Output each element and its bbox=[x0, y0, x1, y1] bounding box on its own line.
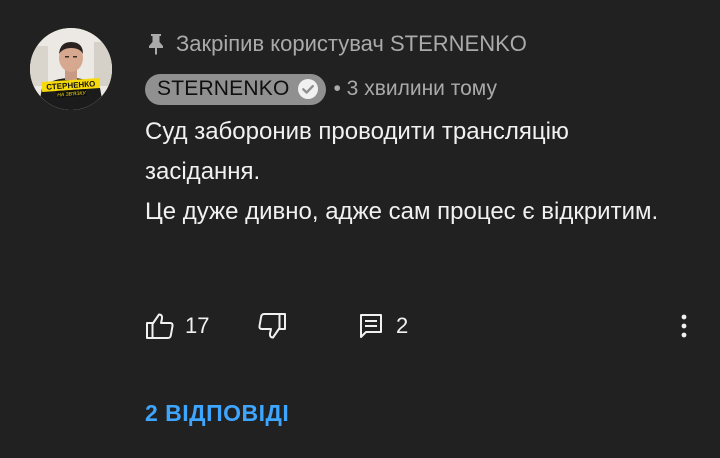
author-row: STERNENKO • 3 хвилини тому bbox=[145, 73, 497, 105]
author-name: STERNENKO bbox=[157, 77, 290, 100]
reply-count: 2 bbox=[396, 313, 409, 338]
verified-check-icon bbox=[297, 78, 319, 100]
like-count: 17 bbox=[185, 313, 210, 338]
comment-actions: 17 2 bbox=[145, 307, 700, 345]
pin-icon bbox=[145, 32, 167, 56]
reply-icon bbox=[359, 313, 383, 339]
comment-thread: СТЕРНЕНКО НА ЗВ'ЯЗКУ Закріпив користувач… bbox=[0, 0, 720, 458]
comment-timestamp[interactable]: • 3 хвилини тому bbox=[334, 77, 497, 101]
reply-button[interactable]: 2 bbox=[359, 307, 408, 345]
comment-body: Суд заборонив проводити трансляцію засід… bbox=[145, 112, 675, 232]
avatar-image: СТЕРНЕНКО НА ЗВ'ЯЗКУ bbox=[30, 28, 112, 110]
like-button[interactable]: 17 bbox=[145, 307, 209, 345]
pinned-text: Закріпив користувач STERNENKO bbox=[176, 31, 527, 56]
more-vert-icon bbox=[673, 312, 695, 340]
thumbs-up-icon bbox=[145, 312, 175, 340]
view-replies-link[interactable]: 2 ВІДПОВІДІ bbox=[145, 398, 289, 428]
dislike-button[interactable] bbox=[257, 307, 287, 345]
more-options-button[interactable] bbox=[673, 307, 695, 345]
pinned-indicator: Закріпив користувач STERNENKO bbox=[145, 30, 527, 58]
author-name-chip[interactable]: STERNENKO bbox=[145, 73, 326, 105]
avatar[interactable]: СТЕРНЕНКО НА ЗВ'ЯЗКУ bbox=[30, 28, 112, 110]
comment-line: Суд заборонив проводити трансляцію засід… bbox=[145, 118, 569, 185]
thumbs-down-icon bbox=[257, 312, 287, 340]
comment-line: Це дуже дивно, адже сам процес є відкрит… bbox=[145, 198, 659, 225]
